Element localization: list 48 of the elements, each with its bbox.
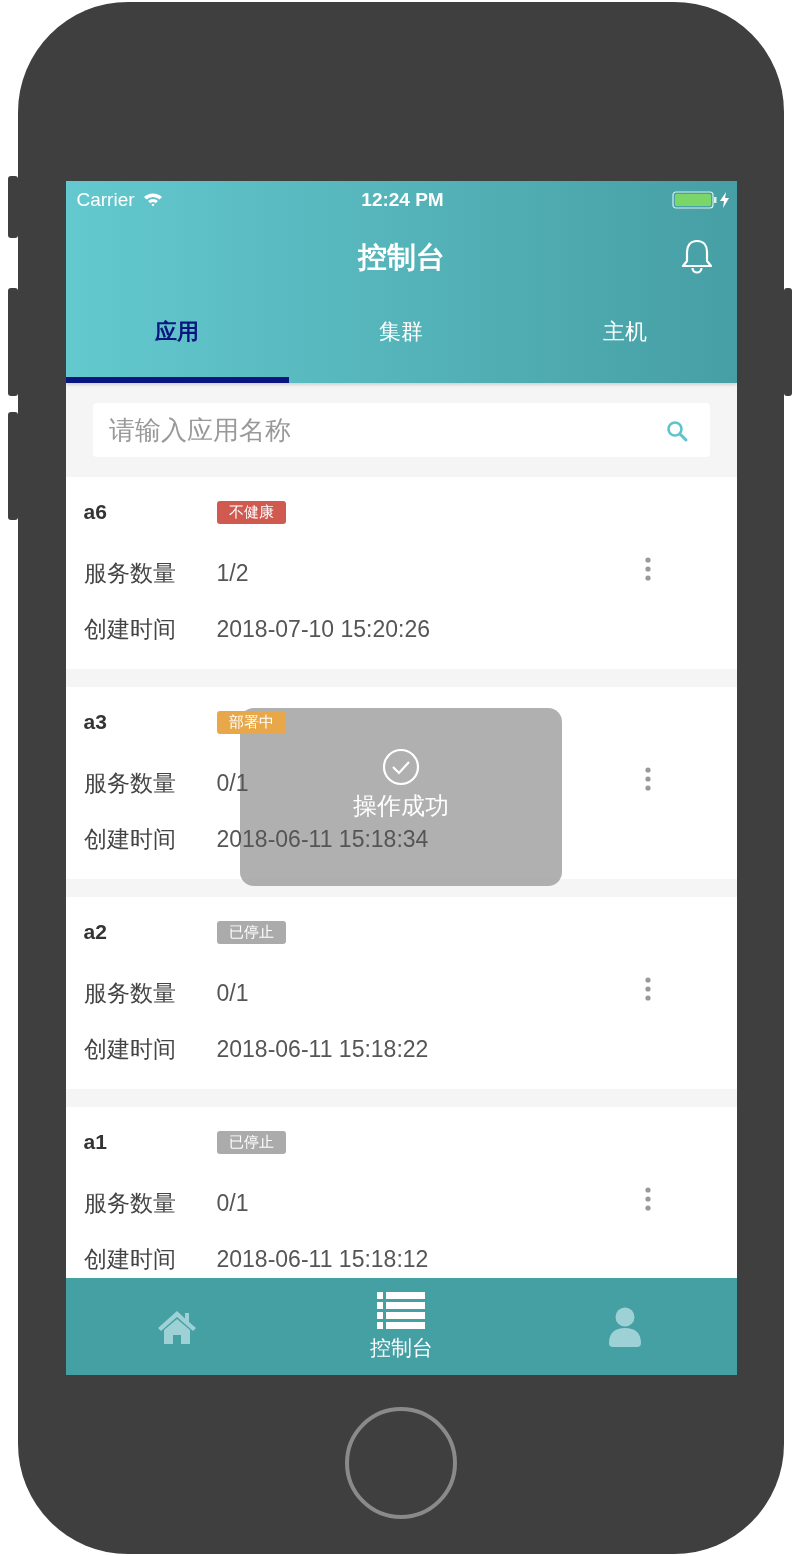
field-label: 服务数量: [83, 558, 177, 588]
status-tag: 部署中: [216, 710, 286, 734]
home-icon: [156, 1308, 199, 1345]
field-value: 2018-07-10 15:20:26: [216, 615, 431, 643]
more-icon[interactable]: [644, 767, 651, 791]
search-icon[interactable]: [664, 419, 689, 443]
user-icon: [607, 1306, 642, 1347]
search-field[interactable]: 请输入应用名称: [92, 403, 710, 457]
field-value: 0/1: [216, 1189, 249, 1217]
more-icon[interactable]: [644, 557, 651, 581]
home-button[interactable]: [345, 1407, 457, 1519]
status-tag: 不健康: [216, 500, 286, 524]
field-label: 创建时间: [83, 824, 177, 854]
field-value: 0/1: [216, 769, 249, 797]
field-value: 0/1: [216, 979, 249, 1007]
wifi-icon: [142, 192, 163, 207]
field-value: 2018-06-11 15:18:22: [216, 1035, 429, 1063]
field-label: 服务数量: [83, 1188, 177, 1218]
battery-icon: [671, 190, 718, 209]
status-tag: 已停止: [216, 1130, 286, 1154]
bell-icon[interactable]: [679, 238, 714, 276]
page-title: 控制台: [357, 240, 445, 275]
side-button[interactable]: [784, 288, 792, 396]
field-label: 创建时间: [83, 1034, 177, 1064]
status-time: 12:24 PM: [361, 188, 444, 211]
field-label: 创建时间: [83, 1244, 177, 1274]
status-tag: 已停止: [216, 920, 286, 944]
side-button[interactable]: [8, 176, 18, 238]
check-icon: [381, 748, 420, 786]
app-card[interactable]: a1 已停止 服务数量 0/1 创建时间 2018-06-11 15:18:12: [65, 1107, 737, 1278]
carrier-name: Carrier: [76, 188, 135, 211]
more-icon[interactable]: [644, 977, 651, 1001]
app-card[interactable]: a2 已停止 服务数量 0/1 创建时间 2018-06-11 15:18:22: [65, 897, 737, 1089]
field-label: 创建时间: [83, 614, 177, 644]
charging-icon: [719, 191, 729, 208]
app-name: a2: [83, 920, 108, 944]
tab[interactable]: 应用: [65, 298, 290, 383]
app-name: a3: [83, 710, 108, 734]
app-name: a1: [83, 1130, 108, 1154]
toast-message: 操作成功: [352, 791, 449, 821]
field-label: 服务数量: [83, 978, 177, 1008]
app-name: a6: [83, 500, 108, 524]
field-value: 2018-06-11 15:18:12: [216, 1245, 429, 1273]
list-icon: [377, 1291, 425, 1330]
more-icon[interactable]: [644, 1187, 651, 1211]
app-card[interactable]: a6 不健康 服务数量 1/2 创建时间 2018-07-10 15:20:26: [65, 477, 737, 669]
field-value: 1/2: [216, 559, 249, 587]
field-label: 服务数量: [83, 768, 177, 798]
